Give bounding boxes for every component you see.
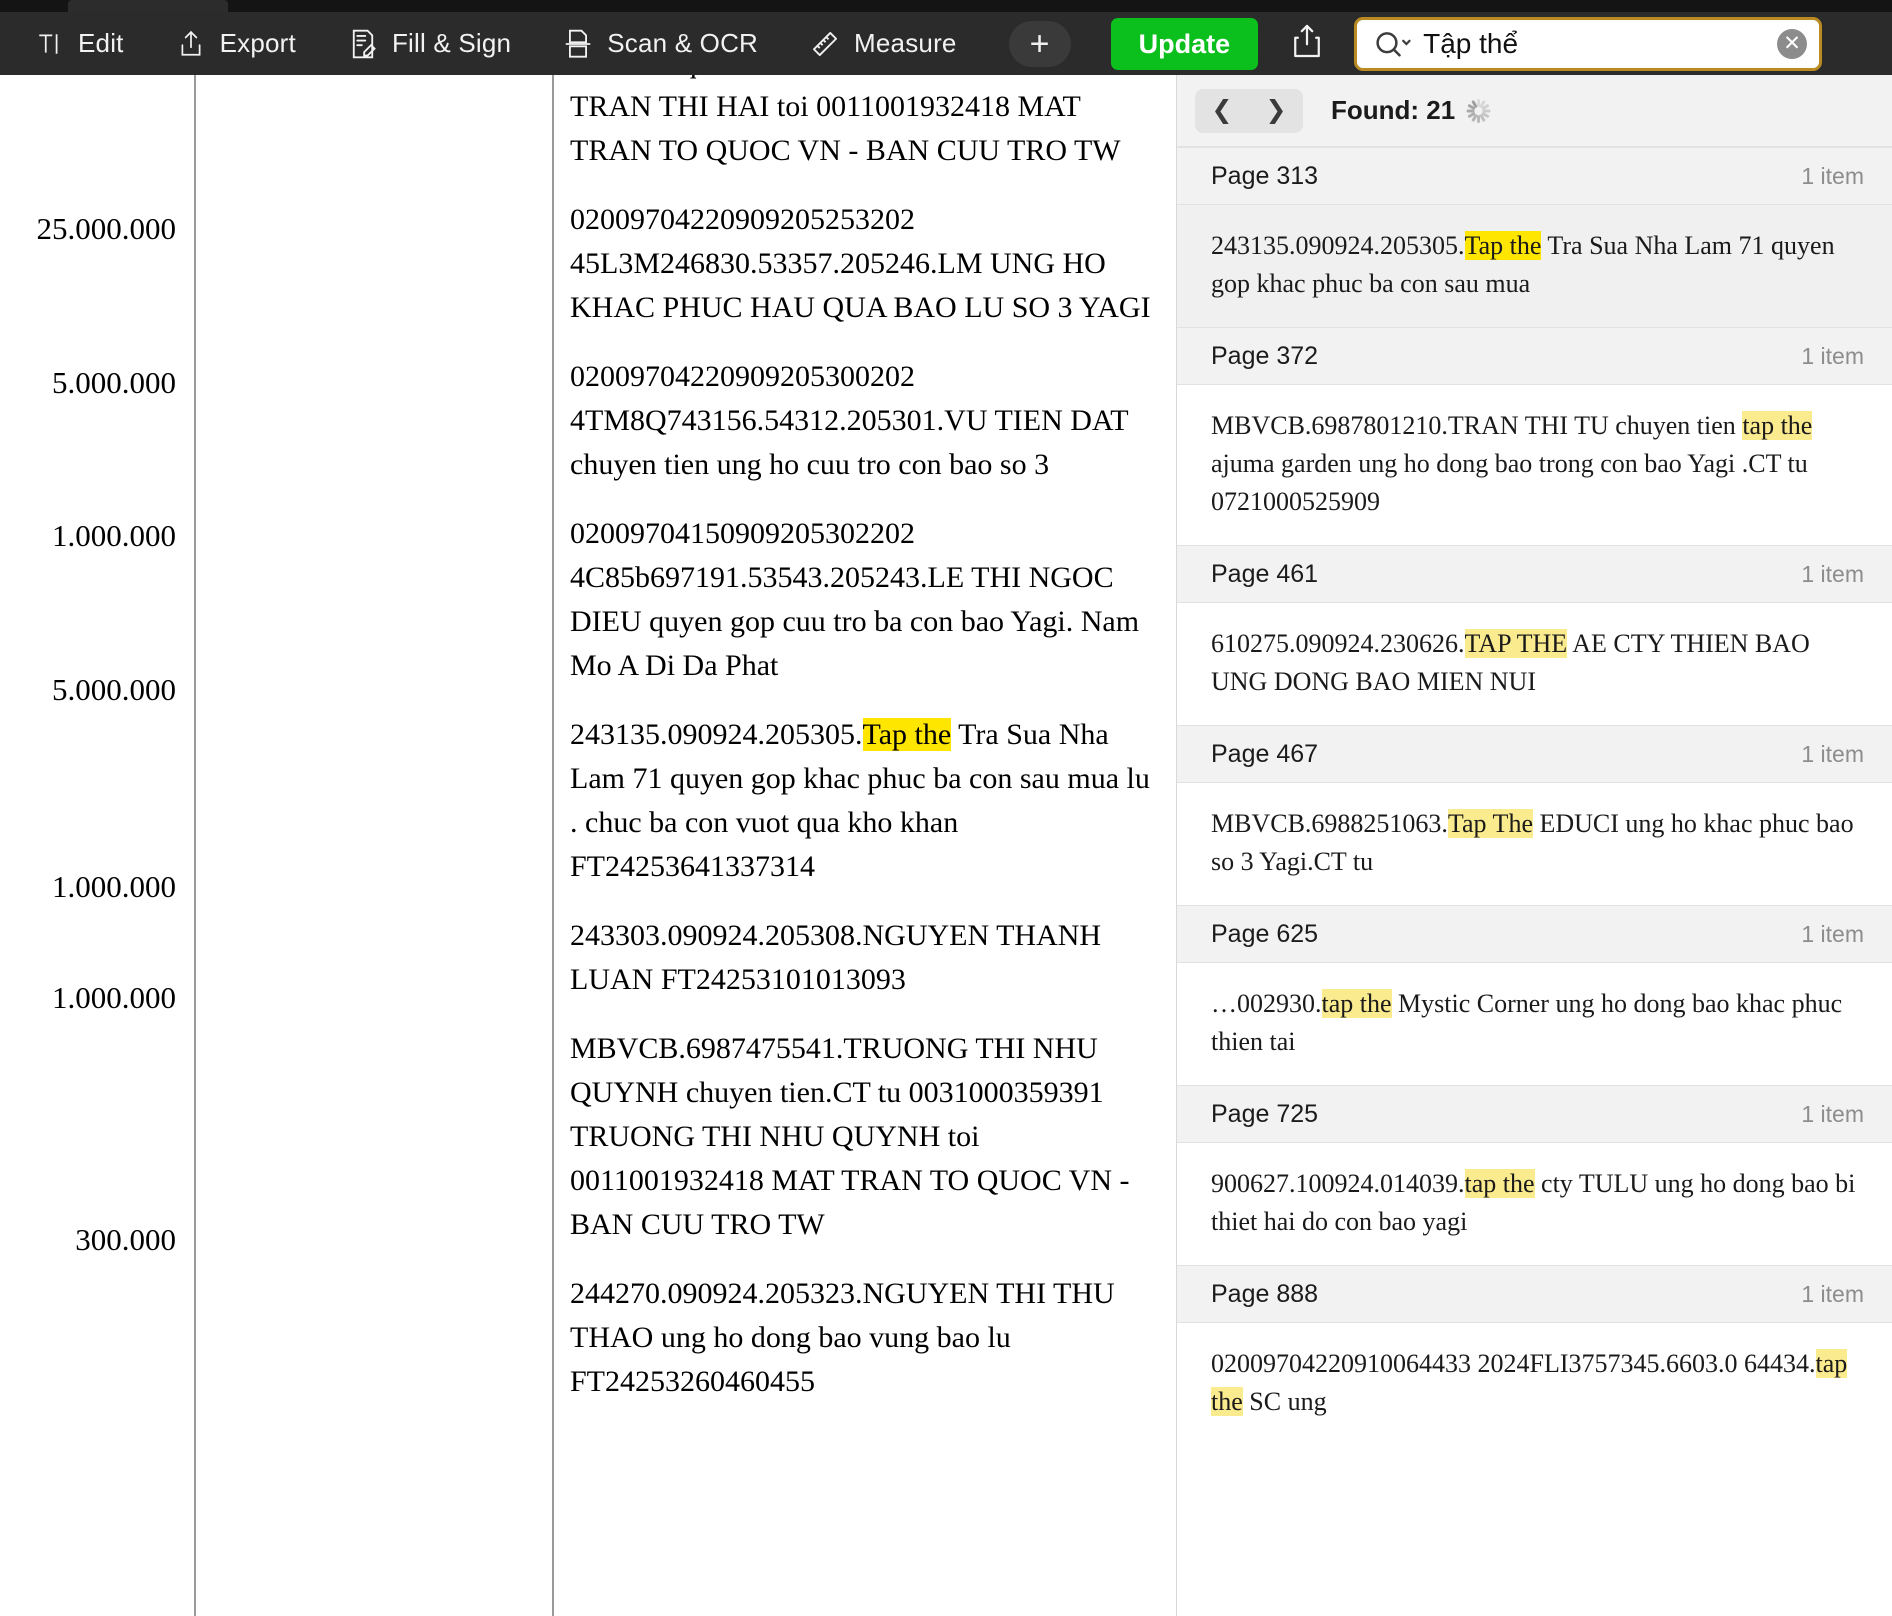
text-edit-icon [34,29,64,59]
search-result-item[interactable]: 02009704220910064433 2024FLI3757345.6603… [1177,1323,1892,1445]
result-group-header[interactable]: Page 372 1 item [1177,327,1892,385]
search-box[interactable]: Tập thể ✕ [1354,16,1823,71]
result-group-header[interactable]: Page 725 1 item [1177,1085,1892,1143]
result-group-page-label: Page 725 [1211,1099,1319,1128]
document-amount-column: 25.000.000 5.000.000 1.000.000 5.000.000 1.0… [0,75,194,1616]
result-group-header[interactable]: Page 888 1 item [1177,1265,1892,1323]
search-results-panel[interactable]: ❮ ❯ Found: 21 Page 313 1 item 243135.09092… [1176,75,1892,1616]
result-group-page-label: Page 888 [1211,1279,1319,1308]
document-amount-value: 1.000.000 [52,869,176,904]
result-group-header[interactable]: Page 461 1 item [1177,545,1892,603]
update-button-label: Update [1138,28,1231,59]
toolbar-label-edit: Edit [78,28,124,58]
result-group-count-label: 1 item [1801,1280,1864,1307]
search-result-item[interactable]: 610275.090924.230626.TAP THE AE CTY THIE… [1177,603,1892,725]
document-paragraph: con vuot qua kho khan.CT tu 081100005127… [570,75,1121,167]
document-paragraph: 244270.090924.205323.NGUYEN THI THU THAO… [570,1277,1115,1398]
search-magnifier-icon[interactable] [1373,27,1413,61]
search-input[interactable]: Tập thể [1413,28,1777,60]
search-results-list[interactable]: Page 313 1 item 243135.090924.205305.Tap t… [1177,147,1892,1445]
fill-sign-icon [348,29,378,59]
share-upload-icon [1292,24,1322,63]
toolbar-label-export: Export [219,28,296,58]
column-divider-left [194,75,196,1616]
toolbar-item-measure[interactable]: Measure [810,28,957,59]
result-group-page-label: Page 372 [1211,341,1319,370]
scan-ocr-icon [563,29,593,59]
search-result-item[interactable]: 243135.090924.205305.Tap the Tra Sua Nha… [1177,205,1892,327]
result-group-page-label: Page 467 [1211,739,1319,768]
chevron-right-icon[interactable]: ❯ [1266,98,1287,123]
measure-ruler-icon [810,29,840,59]
result-group-page-label: Page 625 [1211,919,1319,948]
active-document-tab[interactable] [68,0,228,12]
document-amount-value: 1.000.000 [52,980,176,1015]
document-paragraph: MBVCB.6987475541.TRUONG THI NHU QUYNH ch… [570,1032,1130,1241]
result-match-highlight: tap the [1742,411,1813,440]
document-viewer[interactable]: 25.000.000 5.000.000 1.000.000 5.000.000 1.0… [0,75,1176,1616]
result-match-highlight: tap the [1321,989,1392,1018]
result-group-count-label: 1 item [1801,740,1864,767]
found-count-label: Found: 21 [1331,95,1456,125]
document-amount-value: 5.000.000 [52,672,176,707]
plus-icon: + [1029,24,1050,63]
main-toolbar: Edit Export Fill & Sign Scan & OCR Measu… [0,12,1892,75]
result-group-header[interactable]: Page 313 1 item [1177,147,1892,205]
active-match-highlight: Tap the [862,718,952,751]
result-match-highlight: tap the [1464,1169,1535,1198]
toolbar-item-edit[interactable]: Edit [34,28,124,59]
search-results-header: ❮ ❯ Found: 21 [1177,75,1892,147]
document-paragraph: 02009704220909205300202 4TM8Q743156.5431… [570,360,1129,481]
document-paragraph: 243135.090924.205305.Tap the Tra Sua Nha… [570,718,1150,883]
toolbar-item-export[interactable]: Export [176,28,296,59]
document-amount-value: 25.000.000 [36,211,177,246]
document-amount-value: 1.000.000 [52,518,176,553]
result-group-page-label: Page 461 [1211,559,1319,588]
result-match-highlight: Tap The [1447,809,1533,838]
loading-spinner-icon [1465,98,1491,124]
result-group-header[interactable]: Page 467 1 item [1177,725,1892,783]
result-group-count-label: 1 item [1801,342,1864,369]
toolbar-label-measure: Measure [854,28,957,58]
result-match-highlight: Tap the [1464,231,1542,260]
toolbar-item-fill-sign[interactable]: Fill & Sign [348,28,511,59]
search-result-item[interactable]: …002930.tap the Mystic Corner ung ho don… [1177,963,1892,1085]
result-group-header[interactable]: Page 625 1 item [1177,905,1892,963]
add-tool-button[interactable]: + [1008,20,1071,67]
search-result-item[interactable]: MBVCB.6987801210.TRAN THI TU chuyen tien… [1177,385,1892,545]
result-group-count-label: 1 item [1801,560,1864,587]
result-match-highlight: TAP THE [1464,629,1568,658]
search-result-item[interactable]: 900627.100924.014039.tap the cty TULU un… [1177,1143,1892,1265]
document-paragraph: 02009704220909205253202 45L3M246830.5335… [570,203,1151,324]
clear-circle-icon[interactable]: ✕ [1777,28,1808,59]
search-result-item[interactable]: MBVCB.6988251063.Tap The EDUCI ung ho kh… [1177,783,1892,905]
document-text-column: con vuot qua kho khan.CT tu 081100005127… [552,75,1176,1616]
result-navigation-group[interactable]: ❮ ❯ [1195,88,1303,133]
document-paragraph: 243303.090924.205308.NGUYEN THANH LUAN F… [570,919,1102,996]
update-button[interactable]: Update [1110,17,1259,70]
result-group-page-label: Page 313 [1211,161,1319,190]
result-group-count-label: 1 item [1801,162,1864,189]
result-group-count-label: 1 item [1801,920,1864,947]
share-button[interactable] [1284,21,1330,67]
export-upload-icon [176,29,206,59]
result-group-count-label: 1 item [1801,1100,1864,1127]
toolbar-label-fill-sign: Fill & Sign [391,28,512,58]
document-amount-value: 5.000.000 [52,365,176,400]
toolbar-label-scan-ocr: Scan & OCR [607,28,759,58]
document-amount-value: 300.000 [75,1222,176,1257]
document-paragraph: 02009704150909205302202 4C85b697191.5354… [570,517,1140,682]
window-tab-strip [0,0,1892,12]
chevron-left-icon[interactable]: ❮ [1212,98,1233,123]
toolbar-item-scan-ocr[interactable]: Scan & OCR [563,28,758,59]
